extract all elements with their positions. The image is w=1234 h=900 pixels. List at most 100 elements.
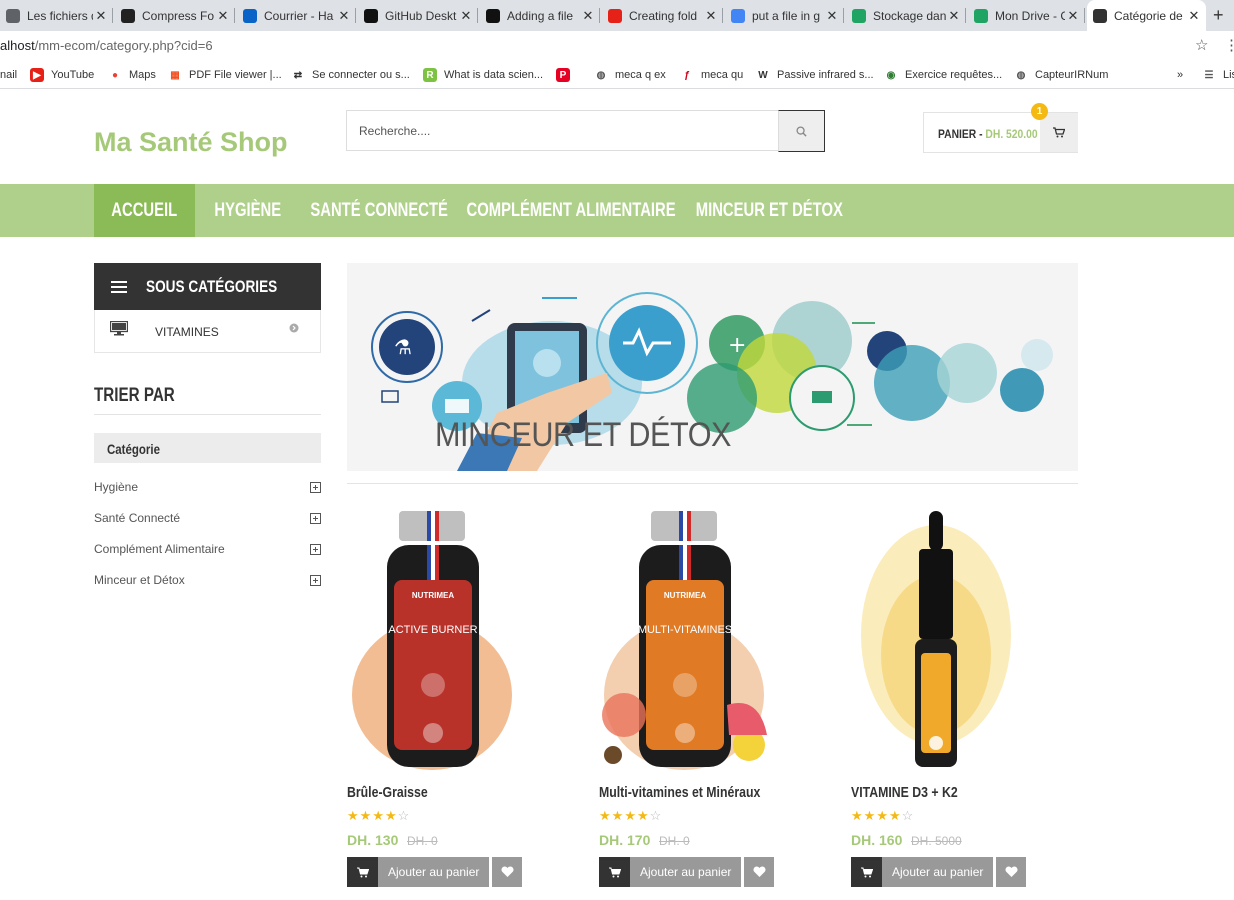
product-name[interactable]: Multi-vitamines et Minéraux — [599, 784, 760, 801]
close-tab-icon[interactable]: ✕ — [580, 8, 596, 24]
browser-tab-title: Les fichiers d — [27, 8, 93, 23]
browser-tab[interactable]: Stockage dan ✕ — [846, 0, 966, 31]
cart-button[interactable] — [1040, 113, 1078, 152]
product-image[interactable]: NUTRIMEA MULTI-VITAMINES — [599, 505, 769, 775]
close-tab-icon[interactable]: ✕ — [93, 8, 109, 24]
flag-stripe — [431, 545, 435, 580]
filter-item-complement-alimentaire[interactable]: Complément Alimentaire — [94, 539, 321, 559]
close-tab-icon[interactable]: ✕ — [946, 8, 962, 24]
close-tab-icon[interactable]: ✕ — [215, 8, 231, 24]
bookmark-item[interactable]: ƒ meca qu — [680, 67, 743, 83]
product-image[interactable] — [851, 505, 1021, 775]
star-empty-icon: ☆ — [901, 808, 915, 823]
flag-stripe — [427, 511, 431, 541]
divider — [347, 483, 1078, 484]
nav-item-minceur-detox[interactable]: MINCEUR ET DÉTOX — [684, 184, 854, 237]
close-tab-icon[interactable]: ✕ — [824, 8, 840, 24]
google-icon — [731, 8, 745, 23]
category-banner: ⚗ + MINCEUR ET DÉTOX — [347, 263, 1078, 471]
wishlist-button[interactable] — [744, 857, 774, 887]
bookmark-item[interactable]: nail — [0, 67, 17, 83]
browser-tab[interactable]: Catégorie de ✕ — [1087, 0, 1206, 31]
product-name[interactable]: Brûle-Graisse — [347, 784, 428, 801]
browser-tab[interactable]: Les fichiers d ✕ — [0, 0, 113, 31]
address-bar[interactable]: alhost/mm-ecom/category.php?cid=6 ☆ ⋮ — [0, 31, 1234, 61]
bookmark-item[interactable]: ▶ YouTube — [30, 67, 94, 83]
bookmark-item[interactable]: ◉ Exercice requêtes... — [884, 67, 1002, 83]
github-icon — [486, 8, 500, 23]
add-to-cart-button[interactable]: Ajouter au panier — [599, 857, 742, 887]
browser-tab[interactable]: GitHub Deskt ✕ — [358, 0, 478, 31]
nav-item-sante-connecte[interactable]: SANTÉ CONNECTÉ — [300, 184, 458, 237]
circle-arrow-icon — [289, 323, 299, 333]
browser-tab[interactable]: Compress Fo ✕ — [115, 0, 235, 31]
bottle-seal — [675, 723, 695, 743]
reading-list[interactable]: ☰ Lis — [1202, 67, 1234, 83]
extension-icon[interactable]: ⋮ — [1224, 36, 1234, 54]
more-bookmarks-icon[interactable]: » — [1177, 67, 1183, 83]
cart-widget[interactable]: PANIER - DH. 520.00 — [923, 112, 1078, 153]
browser-tab[interactable]: put a file in g ✕ — [725, 0, 844, 31]
flag-stripe — [431, 511, 435, 541]
filter-item-sante-connecte[interactable]: Santé Connecté — [94, 508, 321, 528]
filter-item-hygiene[interactable]: Hygiène — [94, 477, 321, 497]
bookmark-item[interactable]: P — [556, 67, 577, 83]
browser-tab[interactable]: Mon Drive - C ✕ — [968, 0, 1085, 31]
wishlist-button[interactable] — [996, 857, 1026, 887]
product-image[interactable]: NUTRIMEA ACTIVE BURNER — [347, 505, 517, 775]
bookmark-item[interactable]: W Passive infrared s... — [756, 67, 874, 83]
star-filled-icon: ★ — [347, 808, 360, 823]
fruit-shape — [602, 693, 646, 737]
bookmark-item[interactable]: ⇄ Se connecter ou s... — [291, 67, 410, 83]
flag-stripe — [687, 511, 691, 541]
wishlist-button[interactable] — [492, 857, 522, 887]
bottle-emblem — [673, 673, 697, 697]
nav-item-hygiene[interactable]: HYGIÈNE — [198, 184, 298, 237]
star-filled-icon: ★ — [384, 808, 398, 823]
flag-stripe — [683, 511, 687, 541]
filter-label: Complément Alimentaire — [94, 542, 225, 556]
close-tab-icon[interactable]: ✕ — [336, 8, 352, 24]
expand-plus-icon[interactable] — [310, 574, 321, 586]
close-tab-icon[interactable]: ✕ — [458, 8, 474, 24]
bookmark-item[interactable]: ◍ meca q ex — [594, 67, 666, 83]
add-to-cart-button[interactable]: Ajouter au panier — [347, 857, 490, 887]
star-filled-icon: ★ — [611, 808, 625, 823]
divider — [94, 414, 321, 415]
nav-item-complement-alimentaire[interactable]: COMPLÉMENT ALIMENTAIRE — [458, 184, 684, 237]
filter-item-minceur-detox[interactable]: Minceur et Détox — [94, 570, 321, 590]
expand-plus-icon[interactable] — [310, 543, 321, 555]
bookmark-label: meca qu — [701, 69, 744, 81]
subcategory-item-vitamines[interactable]: VITAMINES — [94, 310, 321, 353]
category-filter-title: Catégorie — [107, 441, 160, 457]
expand-plus-icon[interactable] — [310, 512, 321, 524]
search-button[interactable] — [778, 110, 825, 152]
product-name[interactable]: VITAMINE D3 + K2 — [851, 784, 958, 801]
bookmark-item[interactable]: R What is data scien... — [423, 67, 543, 83]
site-logo[interactable]: Ma Santé Shop — [94, 127, 288, 158]
browser-tab-title: Courrier - Ha — [264, 8, 334, 23]
flag-stripe — [683, 545, 687, 580]
browser-tab[interactable]: Courrier - Ha ✕ — [237, 0, 356, 31]
flag-stripe — [427, 545, 431, 580]
close-tab-icon[interactable]: ✕ — [1186, 8, 1202, 24]
bookmark-item[interactable]: ● Maps — [108, 67, 156, 83]
add-to-cart-button[interactable]: Ajouter au panier — [851, 857, 994, 887]
bookmark-item[interactable]: ◍ CapteurIRNum — [1014, 67, 1108, 83]
expand-plus-icon[interactable] — [310, 481, 321, 493]
close-tab-icon[interactable]: ✕ — [703, 8, 719, 24]
browser-tab-title: GitHub Deskt — [385, 8, 457, 23]
browser-tab[interactable]: Adding a file ✕ — [480, 0, 600, 31]
close-tab-icon[interactable]: ✕ — [1065, 8, 1081, 24]
bookmark-item[interactable]: ▦ PDF File viewer |... — [168, 67, 282, 83]
browser-tab[interactable]: Creating fold ✕ — [602, 0, 723, 31]
star-filled-icon: ★ — [851, 808, 864, 823]
bookmark-star-icon[interactable]: ☆ — [1195, 36, 1208, 54]
nav-item-accueil[interactable]: ACCUEIL — [94, 184, 195, 237]
search-input[interactable] — [346, 110, 778, 151]
new-tab-icon[interactable]: + — [1213, 5, 1224, 26]
reading-list-icon: ☰ — [1204, 69, 1214, 81]
rating-stars: ★★★★☆ — [851, 808, 914, 824]
url-text[interactable]: alhost/mm-ecom/category.php?cid=6 — [0, 38, 213, 53]
cart-icon — [851, 857, 882, 887]
